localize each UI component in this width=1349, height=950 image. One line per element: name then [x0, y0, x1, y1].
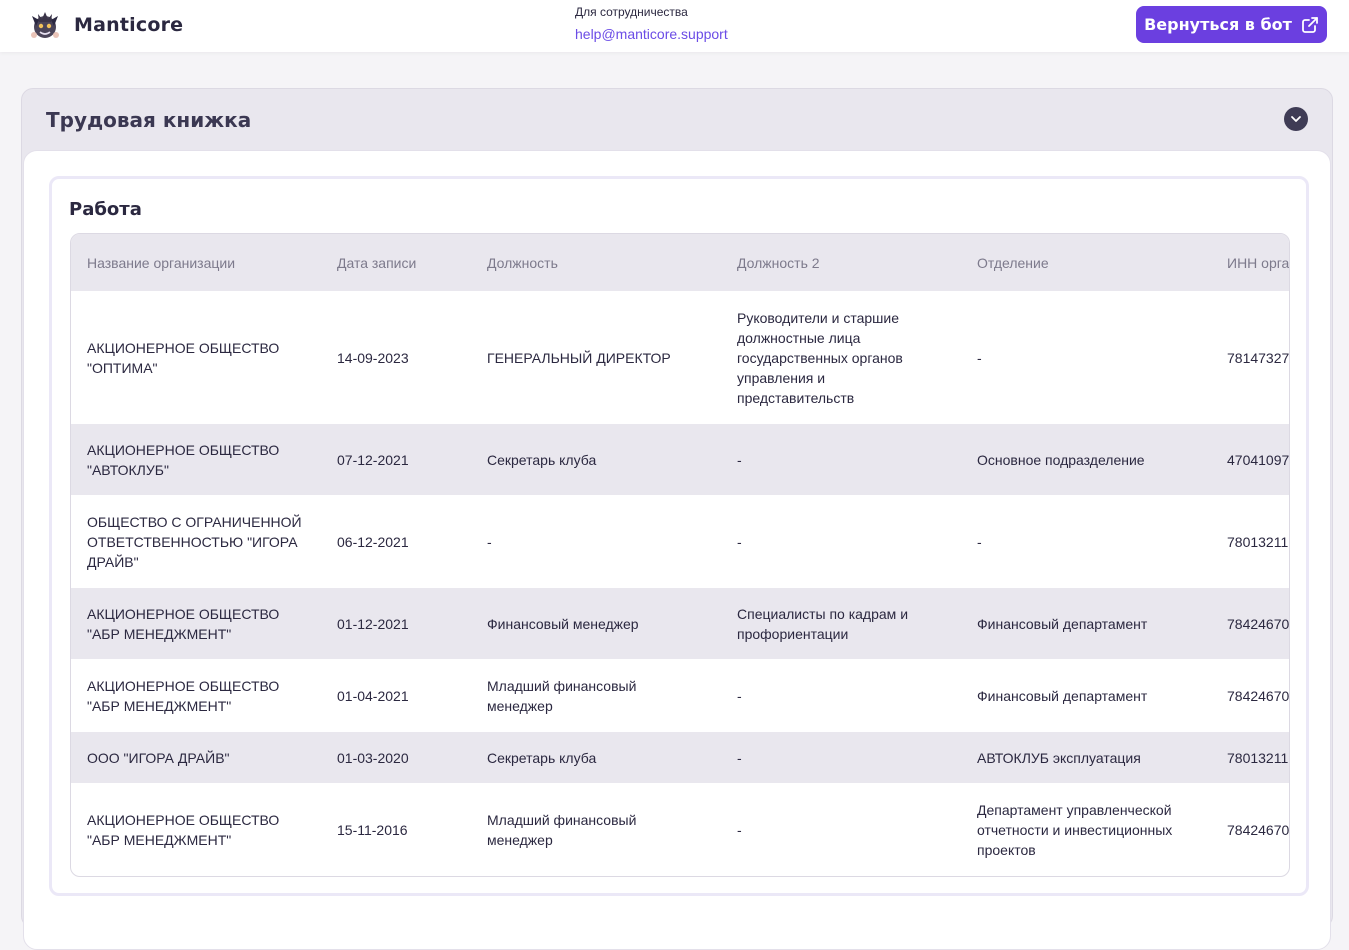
- cell-inn: 78013211: [1227, 533, 1289, 550]
- cell-date: 01-03-2020: [321, 732, 471, 783]
- cell-department: Департамент управленческой отчетности и …: [977, 801, 1173, 858]
- work-table-container[interactable]: Название организации Дата записи Должнос…: [70, 233, 1290, 877]
- external-link-icon: [1302, 16, 1318, 33]
- contact-label: Для сотрудничества: [575, 5, 688, 19]
- cell-position-2: -: [721, 732, 961, 783]
- cell-department: Финансовый департамент: [977, 687, 1148, 704]
- cell-department: АВТОКЛУБ эксплуатация: [961, 732, 1211, 783]
- cell-position: Младший финансовый менеджер: [487, 677, 637, 714]
- back-to-bot-button[interactable]: Вернуться в бот: [1136, 6, 1327, 43]
- panel-body: Работа Название организации Дата записи …: [23, 150, 1331, 950]
- cell-position: Финансовый менеджер: [471, 588, 721, 659]
- cell-position: Младший финансовый менеджер: [487, 811, 637, 848]
- column-header-position[interactable]: Должность: [471, 234, 721, 291]
- table-row: АКЦИОНЕРНОЕ ОБЩЕСТВО "АВТОКЛУБ" 07-12-20…: [71, 424, 1289, 495]
- column-header-position-2[interactable]: Должность 2: [721, 234, 961, 291]
- manticore-mascot-icon: [31, 12, 59, 38]
- table-row: ОБЩЕСТВО С ОГРАНИЧЕННОЙ ОТВЕТСТВЕННОСТЬЮ…: [71, 495, 1289, 588]
- column-header-department[interactable]: Отделение: [961, 234, 1211, 291]
- cell-position: Секретарь клуба: [471, 732, 721, 783]
- cell-org-name: АКЦИОНЕРНОЕ ОБЩЕСТВО "АБР МЕНЕДЖМЕНТ": [71, 588, 321, 659]
- cell-department: -: [977, 349, 982, 366]
- column-header-org-name[interactable]: Название организации: [71, 234, 321, 291]
- cell-inn: 47041097: [1211, 424, 1289, 495]
- employment-record-panel: Трудовая книжка Работа Название организа…: [21, 88, 1333, 950]
- cell-org-name: АКЦИОНЕРНОЕ ОБЩЕСТВО "ОПТИМА": [87, 339, 280, 376]
- work-card: Работа Название организации Дата записи …: [49, 176, 1309, 896]
- work-table: Название организации Дата записи Должнос…: [71, 234, 1290, 876]
- card-title: Работа: [69, 199, 142, 220]
- cell-inn: 78013211: [1211, 732, 1289, 783]
- cell-inn: 78424670: [1227, 687, 1290, 704]
- cell-department: -: [977, 533, 982, 550]
- contact-email-link[interactable]: help@manticore.support: [575, 24, 728, 44]
- cell-inn: 78424670: [1211, 588, 1289, 659]
- chevron-down-icon: [1291, 116, 1301, 122]
- cell-date: 14-09-2023: [337, 349, 409, 366]
- cell-position: ГЕНЕРАЛЬНЫЙ ДИРЕКТОР: [487, 349, 671, 366]
- cell-org-name: АКЦИОНЕРНОЕ ОБЩЕСТВО "АБР МЕНЕДЖМЕНТ": [87, 677, 280, 714]
- cell-position-2: -: [721, 424, 961, 495]
- cell-org-name: АКЦИОНЕРНОЕ ОБЩЕСТВО "АБР МЕНЕДЖМЕНТ": [87, 811, 280, 848]
- cell-date: 15-11-2016: [337, 821, 408, 838]
- cell-position-2: -: [737, 821, 742, 838]
- brand-name: Manticore: [74, 14, 184, 36]
- table-row: АКЦИОНЕРНОЕ ОБЩЕСТВО "ОПТИМА" 14-09-2023…: [71, 291, 1290, 424]
- back-to-bot-label: Вернуться в бот: [1144, 15, 1292, 34]
- cell-position: -: [487, 533, 492, 550]
- table-row: АКЦИОНЕРНОЕ ОБЩЕСТВО "АБР МЕНЕДЖМЕНТ" 01…: [71, 659, 1290, 732]
- cell-position: Секретарь клуба: [471, 424, 721, 495]
- column-header-date[interactable]: Дата записи: [321, 234, 471, 291]
- cell-inn: 78147327: [1227, 349, 1290, 366]
- collapse-toggle-button[interactable]: [1284, 107, 1308, 131]
- cell-org-name: ООО "ИГОРА ДРАЙВ": [71, 732, 321, 783]
- table-row: ООО "ИГОРА ДРАЙВ" 01-03-2020 Секретарь к…: [71, 732, 1289, 783]
- cell-position-2: -: [737, 533, 742, 550]
- table-row: АКЦИОНЕРНОЕ ОБЩЕСТВО "АБР МЕНЕДЖМЕНТ" 01…: [71, 588, 1289, 659]
- cell-position-2: Специалисты по кадрам и профориентации: [721, 588, 961, 659]
- cell-position-2: Руководители и старшие должностные лица …: [737, 309, 903, 406]
- cell-org-name: ОБЩЕСТВО С ОГРАНИЧЕННОЙ ОТВЕТСТВЕННОСТЬЮ…: [87, 513, 302, 570]
- cell-date: 01-04-2021: [337, 687, 409, 704]
- cell-department: Основное подразделение: [961, 424, 1211, 495]
- column-header-inn[interactable]: ИНН организации: [1211, 234, 1289, 291]
- cell-date: 01-12-2021: [321, 588, 471, 659]
- brand-logo[interactable]: Manticore: [26, 6, 183, 44]
- cell-date: 07-12-2021: [321, 424, 471, 495]
- panel-title: Трудовая книжка: [46, 108, 252, 132]
- table-row: АКЦИОНЕРНОЕ ОБЩЕСТВО "АБР МЕНЕДЖМЕНТ" 15…: [71, 783, 1290, 876]
- cell-org-name: АКЦИОНЕРНОЕ ОБЩЕСТВО "АВТОКЛУБ": [71, 424, 321, 495]
- cell-position-2: -: [737, 687, 742, 704]
- cell-inn: 78424670: [1227, 821, 1290, 838]
- contact-block: Для сотрудничества help@manticore.suppor…: [575, 5, 728, 44]
- table-header-row: Название организации Дата записи Должнос…: [71, 234, 1289, 291]
- cell-department: Финансовый департамент: [961, 588, 1211, 659]
- top-header: Manticore Для сотрудничества help@mantic…: [0, 0, 1349, 52]
- cell-date: 06-12-2021: [337, 533, 409, 550]
